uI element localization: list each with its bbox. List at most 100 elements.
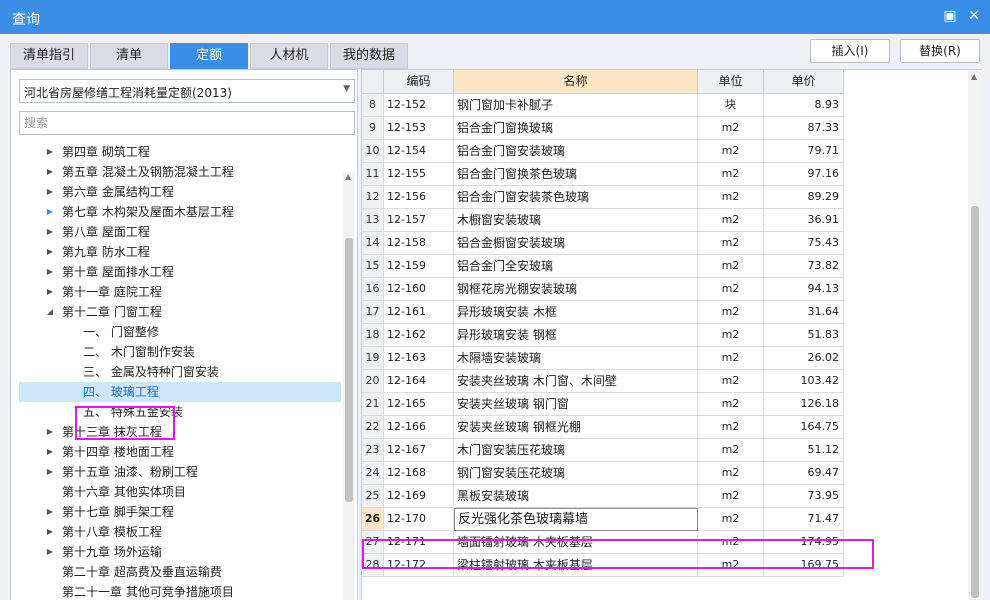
- name-cell[interactable]: 黑板安装玻璃: [454, 485, 698, 508]
- unit-cell[interactable]: m2: [698, 163, 764, 186]
- price-cell[interactable]: 97.16: [764, 163, 844, 186]
- code-cell[interactable]: 12-156: [384, 186, 454, 209]
- price-cell[interactable]: 71.47: [764, 508, 844, 531]
- price-cell[interactable]: 31.64: [764, 301, 844, 324]
- tree-item[interactable]: ▶ 第六章 金属结构工程: [19, 182, 341, 202]
- tree-item[interactable]: ▶ 第十一章 庭院工程: [19, 282, 341, 302]
- chevron-right-icon[interactable]: ▶: [45, 242, 55, 262]
- header-code[interactable]: 编码: [384, 70, 454, 94]
- price-cell[interactable]: 87.33: [764, 117, 844, 140]
- price-cell[interactable]: 79.71: [764, 140, 844, 163]
- name-cell[interactable]: 铝合金门窗换玻璃: [454, 117, 698, 140]
- unit-cell[interactable]: m2: [698, 140, 764, 163]
- code-cell[interactable]: 12-164: [384, 370, 454, 393]
- name-cell[interactable]: 钢框花房光棚安装玻璃: [454, 278, 698, 301]
- code-cell[interactable]: 12-160: [384, 278, 454, 301]
- chevron-right-icon[interactable]: ▶: [45, 542, 55, 562]
- name-cell[interactable]: 铝合金门窗换茶色玻璃: [454, 163, 698, 186]
- price-cell[interactable]: 36.91: [764, 209, 844, 232]
- name-cell[interactable]: 安装夹丝玻璃 木门窗、木间壁: [454, 370, 698, 393]
- tree-item[interactable]: 第二十章 超高费及垂直运输费: [19, 562, 341, 582]
- code-cell[interactable]: 12-153: [384, 117, 454, 140]
- chevron-down-icon[interactable]: ▼: [343, 84, 350, 94]
- tree-item[interactable]: ▶ 第十章 屋面排水工程: [19, 262, 341, 282]
- chevron-right-icon[interactable]: ▶: [45, 442, 55, 462]
- tree-item[interactable]: ▶ 第八章 屋面工程: [19, 222, 341, 242]
- tree-item[interactable]: ▶ 第十五章 油漆、粉刷工程: [19, 462, 341, 482]
- tree-item[interactable]: ▶ 第四章 砌筑工程: [19, 142, 341, 162]
- name-cell[interactable]: 木橱窗安装玻璃: [454, 209, 698, 232]
- price-cell[interactable]: 103.42: [764, 370, 844, 393]
- code-cell[interactable]: 12-152: [384, 94, 454, 117]
- price-cell[interactable]: 126.18: [764, 393, 844, 416]
- code-cell[interactable]: 12-155: [384, 163, 454, 186]
- row-number-cell[interactable]: 18: [362, 324, 384, 347]
- tree-item[interactable]: ▶ 第九章 防水工程: [19, 242, 341, 262]
- code-cell[interactable]: 12-162: [384, 324, 454, 347]
- code-cell[interactable]: 12-158: [384, 232, 454, 255]
- row-number-cell[interactable]: 24: [362, 462, 384, 485]
- chevron-right-icon[interactable]: ▶: [45, 522, 55, 542]
- chevron-expanded-icon[interactable]: ◢: [45, 302, 55, 322]
- scroll-up-icon[interactable]: ▲: [345, 172, 351, 181]
- tab-labor-materials[interactable]: 人材机: [250, 43, 328, 69]
- row-number-cell[interactable]: 13: [362, 209, 384, 232]
- grid-scrollbar[interactable]: ▲ ▼: [968, 70, 982, 600]
- scroll-up-icon[interactable]: ▲: [971, 72, 977, 81]
- chevron-right-icon[interactable]: ▶: [45, 282, 55, 302]
- row-number-cell[interactable]: 8: [362, 94, 384, 117]
- code-cell[interactable]: 12-168: [384, 462, 454, 485]
- tree-item[interactable]: 二、 木门窗制作安装: [19, 342, 341, 362]
- unit-cell[interactable]: 块: [698, 94, 764, 117]
- unit-cell[interactable]: m2: [698, 393, 764, 416]
- name-cell[interactable]: 铝合金门全安玻璃: [454, 255, 698, 278]
- unit-cell[interactable]: m2: [698, 301, 764, 324]
- name-cell[interactable]: 铝合金橱窗安装玻璃: [454, 232, 698, 255]
- unit-cell[interactable]: m2: [698, 209, 764, 232]
- name-cell[interactable]: 安装夹丝玻璃 钢框光棚: [454, 416, 698, 439]
- maximize-icon[interactable]: ▣: [942, 8, 958, 24]
- chevron-right-icon[interactable]: ▶: [45, 182, 55, 202]
- tree-item[interactable]: 五、 特殊五金安装: [19, 402, 341, 422]
- name-cell[interactable]: 钢门窗安装压花玻璃: [454, 462, 698, 485]
- tree-item[interactable]: 三、 金属及特种门窗安装: [19, 362, 341, 382]
- row-number-cell[interactable]: 14: [362, 232, 384, 255]
- tab-my-data[interactable]: 我的数据: [330, 43, 408, 69]
- code-cell[interactable]: 12-159: [384, 255, 454, 278]
- row-number-cell[interactable]: 23: [362, 439, 384, 462]
- price-cell[interactable]: 73.95: [764, 485, 844, 508]
- header-unit[interactable]: 单位: [698, 70, 764, 94]
- close-icon[interactable]: ✕: [966, 8, 982, 24]
- unit-cell[interactable]: m2: [698, 485, 764, 508]
- row-number-cell[interactable]: 9: [362, 117, 384, 140]
- price-cell[interactable]: 75.43: [764, 232, 844, 255]
- unit-cell[interactable]: m2: [698, 462, 764, 485]
- row-number-cell[interactable]: 17: [362, 301, 384, 324]
- tree-item[interactable]: 第十六章 其他实体项目: [19, 482, 341, 502]
- chevron-right-icon[interactable]: ▶: [45, 222, 55, 242]
- unit-cell[interactable]: m2: [698, 347, 764, 370]
- row-number-cell[interactable]: 26: [362, 508, 384, 531]
- row-number-cell[interactable]: 11: [362, 163, 384, 186]
- tab-quota[interactable]: 定额: [170, 43, 248, 69]
- tree-item[interactable]: ▶ 第五章 混凝土及钢筋混凝土工程: [19, 162, 341, 182]
- chevron-right-icon[interactable]: ▶: [45, 142, 55, 162]
- chevron-right-icon[interactable]: ▶: [45, 202, 55, 222]
- header-name[interactable]: 名称: [454, 70, 698, 94]
- name-cell[interactable]: 安装夹丝玻璃 钢门窗: [454, 393, 698, 416]
- unit-cell[interactable]: m2: [698, 117, 764, 140]
- code-cell[interactable]: 12-163: [384, 347, 454, 370]
- chevron-right-icon[interactable]: ▶: [45, 462, 55, 482]
- tree-item[interactable]: ▶ 第十七章 脚手架工程: [19, 502, 341, 522]
- tree-item[interactable]: 一、 门窗整修: [19, 322, 341, 342]
- search-input[interactable]: [19, 111, 355, 135]
- price-cell[interactable]: 69.47: [764, 462, 844, 485]
- tab-bill[interactable]: 清单: [90, 43, 168, 69]
- price-cell[interactable]: 51.12: [764, 439, 844, 462]
- tree-item[interactable]: ▶ 第七章 木构架及屋面木基层工程: [19, 202, 341, 222]
- row-number-cell[interactable]: 10: [362, 140, 384, 163]
- tree-item[interactable]: ◢ 第十二章 门窗工程: [19, 302, 341, 322]
- name-cell[interactable]: 异形玻璃安装 木框: [454, 301, 698, 324]
- unit-cell[interactable]: m2: [698, 232, 764, 255]
- code-cell[interactable]: 12-161: [384, 301, 454, 324]
